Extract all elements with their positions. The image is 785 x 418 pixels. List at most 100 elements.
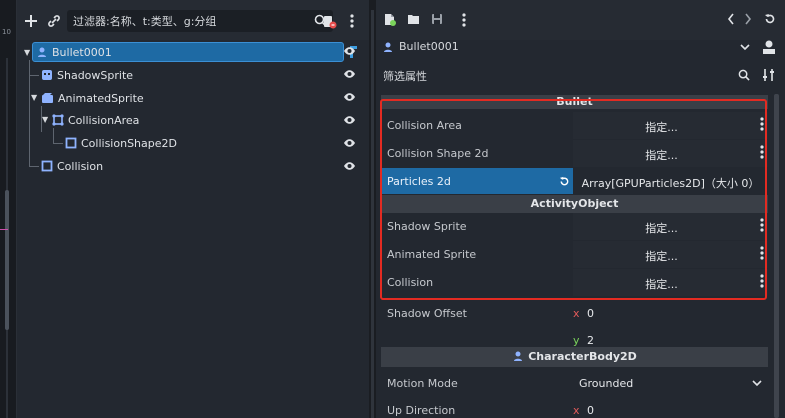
- tree-guide: [29, 166, 39, 167]
- tree-item-label: AnimatedSprite: [58, 91, 144, 105]
- tree-item[interactable]: ShadowSprite: [41, 65, 341, 85]
- prop-shadow-sprite[interactable]: Shadow Sprite 指定...: [381, 213, 768, 240]
- tree-item[interactable]: Collision: [41, 156, 341, 176]
- kebab-menu-icon[interactable]: [760, 218, 764, 232]
- prop-shadow-offset[interactable]: Shadow Offset x 0 y 2: [381, 300, 768, 347]
- add-node-button[interactable]: [22, 12, 40, 30]
- prop-label: Collision Area: [387, 119, 462, 132]
- prop-collision[interactable]: Collision 指定...: [381, 269, 768, 296]
- character-body-icon: [384, 42, 392, 52]
- kebab-menu-icon[interactable]: [760, 145, 764, 159]
- attach-script-button[interactable]: [320, 12, 338, 30]
- tree-item-label: CollisionArea: [68, 113, 140, 127]
- assign-button[interactable]: 指定...: [573, 213, 768, 240]
- prop-collision-shape[interactable]: Collision Shape 2d 指定...: [381, 140, 768, 167]
- area-icon: [52, 114, 64, 126]
- eye-icon[interactable]: [343, 69, 356, 79]
- assign-button[interactable]: 指定...: [573, 140, 768, 167]
- assign-button[interactable]: 指定...: [573, 112, 768, 139]
- new-resource-icon[interactable]: [384, 13, 396, 26]
- scrollbar-thumb[interactable]: [5, 190, 9, 330]
- prop-collision-area[interactable]: Collision Area 指定...: [381, 112, 768, 139]
- revert-icon[interactable]: [559, 176, 570, 187]
- dropdown-value: Grounded: [579, 377, 634, 390]
- eye-icon[interactable]: [343, 92, 356, 102]
- prop-particles[interactable]: Particles 2d Array[GPUParticles2D]（大小 0）: [381, 168, 768, 194]
- eye-icon[interactable]: [343, 46, 356, 56]
- prop-up-direction[interactable]: Up Direction x 0: [381, 397, 768, 418]
- kebab-menu-icon[interactable]: [760, 117, 764, 131]
- viewport-edge-strip: 10: [0, 0, 17, 418]
- tree-item[interactable]: CollisionShape2D: [65, 133, 345, 153]
- scene-scrollbar[interactable]: [371, 10, 374, 418]
- prop-label: Animated Sprite: [387, 248, 477, 261]
- shadow-offset-x-field[interactable]: 0: [587, 307, 594, 320]
- guide-marker: [0, 229, 8, 230]
- tree-item-label: Collision: [57, 159, 104, 173]
- chevron-down-icon[interactable]: ▼: [24, 48, 30, 57]
- prop-motion-mode[interactable]: Motion Mode Grounded: [381, 370, 768, 397]
- tree-item-label: CollisionShape2D: [81, 136, 177, 150]
- scene-toolbar: [17, 0, 369, 40]
- collision-shape-icon: [41, 160, 53, 172]
- object-selector[interactable]: Bullet0001: [376, 36, 785, 58]
- chevron-left-icon[interactable]: [727, 13, 735, 25]
- history-icon[interactable]: [764, 13, 776, 25]
- tree-item[interactable]: ▼ Bullet0001: [24, 42, 357, 62]
- kebab-menu-icon[interactable]: [760, 246, 764, 260]
- assign-button[interactable]: 指定...: [573, 241, 768, 268]
- object-name: Bullet0001: [399, 40, 459, 53]
- property-filter[interactable]: 筛选属性: [376, 62, 785, 88]
- sprite-icon: [42, 70, 52, 80]
- prop-label: Shadow Offset: [387, 307, 467, 320]
- collision-shape-icon: [65, 137, 77, 149]
- chevron-down-icon[interactable]: [740, 44, 750, 51]
- link-icon: [48, 15, 60, 27]
- assign-label: 指定...: [645, 222, 678, 235]
- chevron-down-icon[interactable]: ▼: [42, 115, 48, 124]
- eye-icon[interactable]: [343, 138, 356, 148]
- open-folder-icon[interactable]: [407, 13, 420, 25]
- prop-animated-sprite[interactable]: Animated Sprite 指定...: [381, 241, 768, 268]
- kebab-menu-icon[interactable]: [760, 274, 764, 288]
- eye-icon[interactable]: [343, 115, 356, 125]
- assign-button[interactable]: 指定...: [573, 269, 768, 296]
- tools-icon[interactable]: [763, 68, 775, 82]
- prop-label: Particles 2d: [387, 175, 451, 188]
- tree-guide: [29, 60, 30, 167]
- inspector-dock: Bullet0001 筛选属性 Bullet Collision Area 指定…: [376, 0, 785, 418]
- category-bullet: Bullet: [381, 95, 768, 109]
- tree-item[interactable]: ▼ CollisionArea: [42, 110, 342, 130]
- plus-icon: [25, 15, 37, 27]
- inspector-toolbar: [376, 0, 785, 40]
- tree-guide: [29, 75, 39, 76]
- tree-item[interactable]: ▼ AnimatedSprite: [31, 88, 341, 108]
- assign-label: 指定...: [645, 250, 678, 263]
- tree-item-label: ShadowSprite: [57, 68, 134, 82]
- scene-menu-button[interactable]: [343, 12, 361, 30]
- save-icon[interactable]: [431, 13, 443, 25]
- axis-y-label: y: [573, 334, 580, 347]
- shadow-offset-y-field[interactable]: 2: [587, 334, 594, 347]
- category-activity-object: ActivityObject: [381, 195, 768, 213]
- assign-label: 指定...: [645, 278, 678, 291]
- category-character-body: CharacterBody2D: [381, 347, 768, 367]
- instantiate-scene-button[interactable]: [45, 12, 63, 30]
- up-direction-x-field[interactable]: 0: [587, 404, 594, 417]
- scene-filter-input[interactable]: [73, 10, 303, 32]
- docs-icon[interactable]: [762, 39, 776, 55]
- chevron-down-icon[interactable]: ▼: [31, 93, 37, 102]
- prop-label: Up Direction: [387, 404, 456, 417]
- scene-filter: [67, 10, 333, 32]
- prop-label: Motion Mode: [387, 377, 458, 390]
- prop-label: Collision: [387, 276, 434, 289]
- array-editor[interactable]: Array[GPUParticles2D]（大小 0）: [573, 168, 768, 194]
- inspector-scrollbar[interactable]: [774, 94, 779, 418]
- eye-icon[interactable]: [343, 161, 356, 171]
- search-icon[interactable]: [738, 69, 750, 81]
- chevron-down-icon: [752, 380, 762, 387]
- chevron-right-icon[interactable]: [744, 13, 752, 25]
- history-menu-icon[interactable]: [462, 13, 466, 27]
- array-label: Array[GPUParticles2D]（大小 0）: [581, 177, 760, 190]
- motion-mode-dropdown[interactable]: Grounded: [573, 370, 768, 397]
